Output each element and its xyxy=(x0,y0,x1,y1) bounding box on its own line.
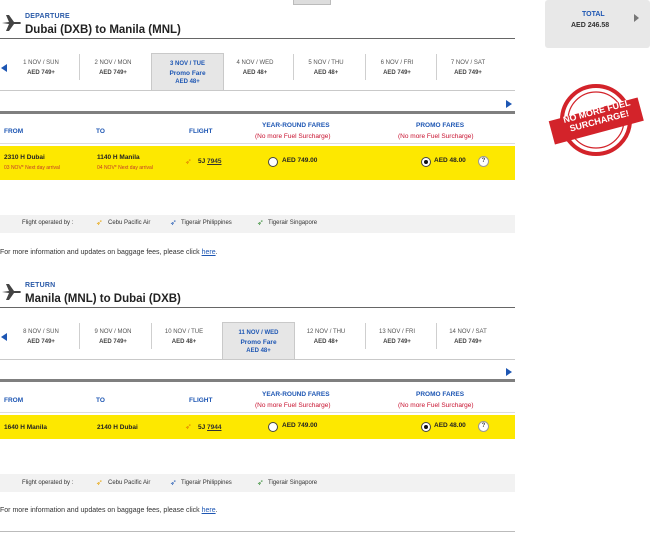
baggage-info-link[interactable]: here xyxy=(202,507,216,514)
operator-name: Cebu Pacific Air xyxy=(108,220,151,226)
baggage-info-link[interactable]: here xyxy=(202,249,216,256)
divider xyxy=(0,307,515,308)
col-promo: PROMO FARES xyxy=(416,391,465,398)
divider xyxy=(0,379,515,382)
baggage-info: For more information and updates on bagg… xyxy=(0,249,218,256)
arrival-time: 1140 H Manila xyxy=(97,154,140,161)
date-cell-selected[interactable]: 3 NOV / TUE Promo Fare AED 48+ xyxy=(151,53,224,91)
operator-name: Cebu Pacific Air xyxy=(108,480,151,486)
arrival-date-note: 04 NOV* Next day arrival xyxy=(97,165,153,171)
date-cell[interactable]: 2 NOV / MON AED 749+ xyxy=(77,58,149,78)
col-from: FROM xyxy=(4,128,24,135)
total-label: TOTAL xyxy=(582,11,605,18)
promo-fare-price: AED 48.00 xyxy=(434,422,466,429)
departure-label: DEPARTURE xyxy=(25,13,70,20)
date-cell[interactable]: 13 NOV / FRI AED 749+ xyxy=(361,327,433,347)
operated-by-label: Flight operated by : xyxy=(22,480,74,486)
operator-name: Tigerair Philippines xyxy=(181,220,232,226)
tigerair-singapore-logo-icon: ➶ xyxy=(257,478,264,487)
date-cell[interactable]: 14 NOV / SAT AED 749+ xyxy=(432,327,504,347)
date-cell[interactable]: 7 NOV / SAT AED 749+ xyxy=(432,58,504,78)
departure-route: Dubai (DXB) to Manila (MNL) xyxy=(25,24,181,36)
divider xyxy=(0,111,515,114)
departure-date-note: 03 NOV* Next day arrival xyxy=(4,165,60,171)
col-year-round: YEAR-ROUND FARES xyxy=(262,122,330,129)
promo-fare-radio[interactable] xyxy=(421,157,431,167)
date-cell[interactable]: 8 NOV / SUN AED 749+ xyxy=(5,327,77,347)
col-to: TO xyxy=(96,397,105,404)
return-route: Manila (MNL) to Dubai (DXB) xyxy=(25,293,181,305)
date-cell[interactable]: 1 NOV / SUN AED 749+ xyxy=(5,58,77,78)
help-icon[interactable]: ? xyxy=(478,421,489,432)
col-promo-sub: (No more Fuel Surcharge) xyxy=(398,402,474,409)
col-flight: FLIGHT xyxy=(189,128,213,135)
return-label: RETURN xyxy=(25,282,56,289)
airline-logo-icon: ➶ xyxy=(185,157,192,166)
tigerair-philippines-logo-icon: ➶ xyxy=(170,478,177,487)
divider xyxy=(0,531,515,532)
flight-number[interactable]: 5J 7944 xyxy=(198,424,222,431)
help-icon[interactable]: ? xyxy=(478,156,489,167)
airline-logo-icon: ➶ xyxy=(185,422,192,431)
col-flight: FLIGHT xyxy=(189,397,213,404)
col-from: FROM xyxy=(4,397,24,404)
chevron-right-icon[interactable] xyxy=(634,14,639,22)
baggage-info: For more information and updates on bagg… xyxy=(0,507,218,514)
airplane-icon xyxy=(0,12,22,34)
departure-time: 1640 H Manila xyxy=(4,424,47,431)
operator-name: Tigerair Singapore xyxy=(268,480,318,486)
flight-number[interactable]: 5J 7945 xyxy=(198,158,222,165)
date-cell[interactable]: 10 NOV / TUE AED 48+ xyxy=(148,327,220,347)
date-cell[interactable]: 4 NOV / WED AED 48+ xyxy=(219,58,291,78)
col-year-round: YEAR-ROUND FARES xyxy=(262,391,330,398)
col-to: TO xyxy=(96,128,105,135)
next-dates-arrow-icon[interactable] xyxy=(506,100,512,108)
next-dates-arrow-icon[interactable] xyxy=(506,368,512,376)
airplane-icon xyxy=(0,281,22,303)
date-cell[interactable]: 9 NOV / MON AED 749+ xyxy=(77,327,149,347)
col-promo: PROMO FARES xyxy=(416,122,465,129)
departure-time: 2310 H Dubai xyxy=(4,154,45,161)
year-round-fare-price: AED 749.00 xyxy=(282,422,318,429)
tigerair-singapore-logo-icon: ➶ xyxy=(257,218,264,227)
date-cell[interactable]: 6 NOV / FRI AED 749+ xyxy=(361,58,433,78)
date-cell-selected[interactable]: 11 NOV / WED Promo Fare AED 48+ xyxy=(222,322,295,360)
cebu-pacific-logo-icon: ➶ xyxy=(96,478,103,487)
date-cell[interactable]: 12 NOV / THU AED 48+ xyxy=(290,327,362,347)
no-fuel-surcharge-stamp: NO MORE FUEL SURCHARGE! xyxy=(548,82,644,158)
col-year-round-sub: (No more Fuel Surcharge) xyxy=(255,133,331,140)
operated-by-label: Flight operated by : xyxy=(22,220,74,226)
col-promo-sub: (No more Fuel Surcharge) xyxy=(398,133,474,140)
year-round-fare-radio[interactable] xyxy=(268,157,278,167)
cebu-pacific-logo-icon: ➶ xyxy=(96,218,103,227)
arrival-time: 2140 H Dubai xyxy=(97,424,138,431)
total-amount: AED 246.58 xyxy=(571,22,610,29)
tigerair-philippines-logo-icon: ➶ xyxy=(170,218,177,227)
year-round-fare-price: AED 749.00 xyxy=(282,157,318,164)
divider xyxy=(0,38,515,39)
operator-name: Tigerair Singapore xyxy=(268,220,318,226)
year-round-fare-radio[interactable] xyxy=(268,422,278,432)
operator-name: Tigerair Philippines xyxy=(181,480,232,486)
top-tab xyxy=(293,0,331,5)
date-cell[interactable]: 5 NOV / THU AED 48+ xyxy=(290,58,362,78)
total-panel[interactable]: TOTAL AED 246.58 xyxy=(545,0,650,48)
promo-fare-price: AED 48.00 xyxy=(434,157,466,164)
promo-fare-radio[interactable] xyxy=(421,422,431,432)
col-year-round-sub: (No more Fuel Surcharge) xyxy=(255,402,331,409)
